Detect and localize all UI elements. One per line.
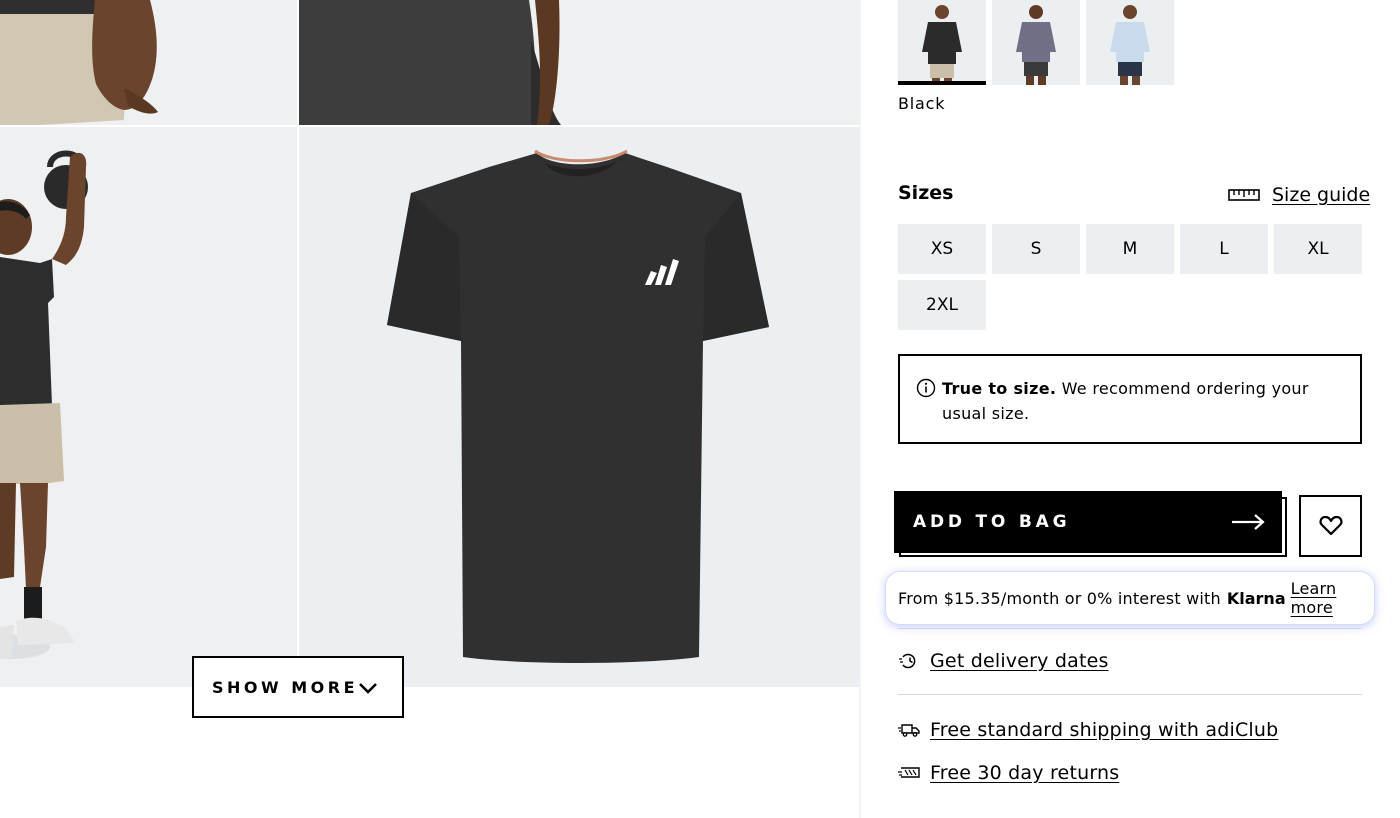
product-details-panel: Black Sizes Size guide XS S M L XL 2XL T…	[861, 0, 1400, 818]
chevron-down-icon	[359, 683, 377, 694]
show-more-button[interactable]: SHOW MORE	[192, 656, 404, 718]
product-gallery: SHOW MORE	[0, 0, 860, 818]
free-returns-label: Free 30 day returns	[930, 762, 1120, 784]
delivery-dates-link[interactable]: Get delivery dates	[898, 650, 1109, 672]
delivery-dates-label: Get delivery dates	[930, 650, 1109, 672]
wishlist-button[interactable]	[1299, 495, 1362, 557]
shirt-front-image	[299, 127, 860, 687]
selected-color-name: Black	[898, 94, 946, 113]
divider-top	[898, 628, 1362, 629]
swatch-grey-image	[1016, 5, 1056, 85]
divider-middle	[898, 694, 1362, 695]
klarna-learn-more-link[interactable]: Learn more	[1291, 579, 1374, 617]
heart-icon	[1319, 515, 1342, 536]
info-icon	[916, 378, 936, 398]
klarna-banner: From $15.35/month or 0% interest with Kl…	[886, 572, 1374, 624]
gallery-image-model-shorts[interactable]	[0, 0, 297, 125]
swatch-black-image	[922, 5, 962, 85]
fit-info-box: True to size. We recommend ordering your…	[898, 354, 1362, 444]
model-shorts-image	[0, 0, 297, 125]
swatch-light-blue-image	[1110, 5, 1150, 85]
clock-icon	[899, 653, 916, 669]
gallery-image-shirt-front[interactable]	[299, 127, 860, 687]
ruler-icon	[1228, 189, 1260, 201]
color-swatch-light-blue[interactable]	[1086, 0, 1174, 85]
arrow-right-icon	[1232, 514, 1265, 530]
color-swatch-black[interactable]	[898, 0, 986, 85]
size-option-l[interactable]: L	[1180, 224, 1268, 274]
size-option-s[interactable]: S	[992, 224, 1080, 274]
add-to-bag-label: ADD TO BAG	[913, 512, 1071, 532]
sizes-heading: Sizes	[898, 182, 954, 204]
model-kettlebell-image	[0, 127, 297, 687]
klarna-logo: Klarna	[1226, 588, 1286, 608]
gallery-image-model-kettlebell[interactable]	[0, 127, 297, 687]
size-option-xs[interactable]: XS	[898, 224, 986, 274]
size-option-xl[interactable]: XL	[1274, 224, 1362, 274]
size-option-m[interactable]: M	[1086, 224, 1174, 274]
fit-info-bold: True to size.	[942, 379, 1057, 398]
gallery-image-shirt-closeup[interactable]	[299, 0, 860, 125]
size-option-2xl[interactable]: 2XL	[898, 280, 986, 330]
size-guide-link[interactable]: Size guide	[1228, 184, 1370, 206]
truck-icon	[898, 724, 920, 737]
fit-info-text: True to size. We recommend ordering your…	[942, 376, 1330, 426]
returns-icon	[898, 767, 920, 778]
show-more-label: SHOW MORE	[212, 677, 359, 697]
free-shipping-link[interactable]: Free standard shipping with adiClub	[898, 719, 1278, 741]
add-to-bag-button[interactable]: ADD TO BAG	[894, 491, 1282, 553]
free-shipping-label: Free standard shipping with adiClub	[930, 719, 1279, 741]
size-guide-label: Size guide	[1272, 184, 1371, 206]
shirt-closeup-image	[299, 0, 860, 125]
klarna-text: From $15.35/month or 0% interest with	[898, 588, 1221, 608]
color-swatch-grey[interactable]	[992, 0, 1080, 85]
free-returns-link[interactable]: Free 30 day returns	[898, 762, 1119, 784]
